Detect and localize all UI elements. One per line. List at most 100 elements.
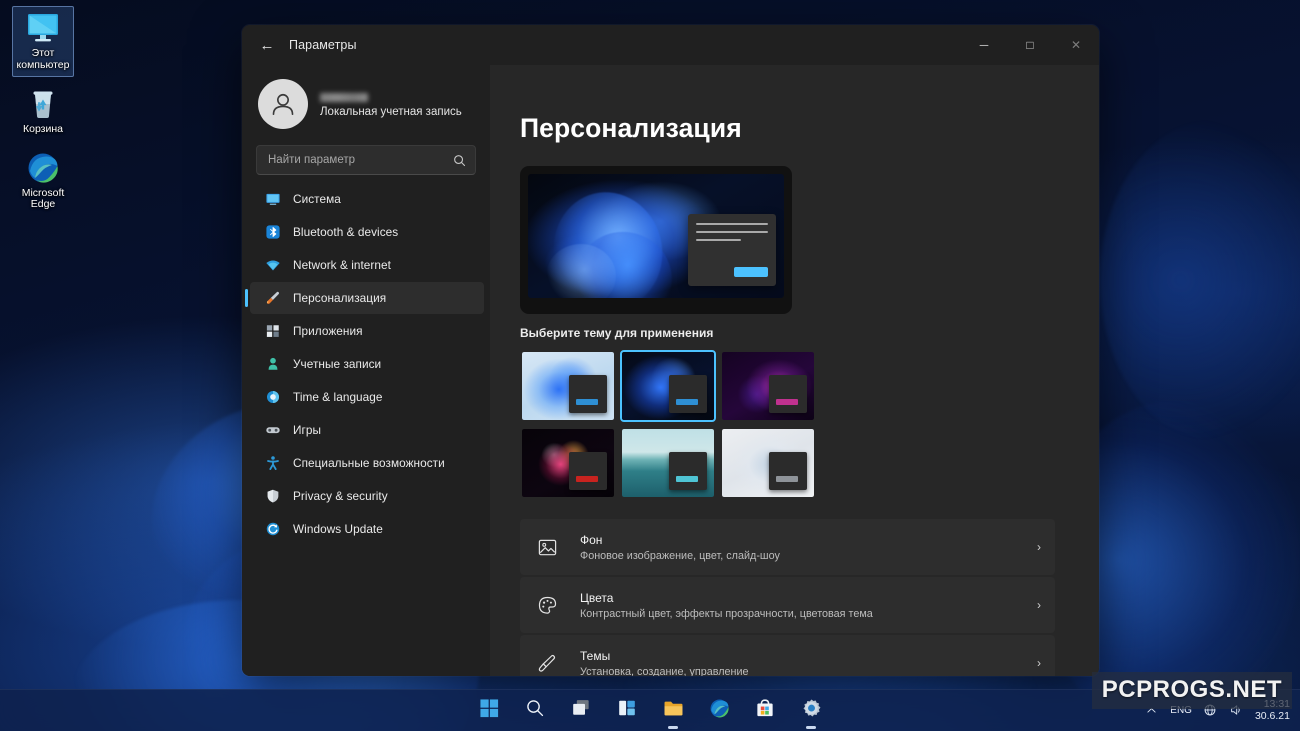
- maximize-button[interactable]: □: [1007, 25, 1053, 65]
- desktop-icon-microsoft-edge[interactable]: Microsoft Edge: [12, 147, 74, 216]
- chevron-right-icon[interactable]: ›: [1037, 540, 1041, 554]
- taskbar-settings-app[interactable]: [797, 696, 825, 726]
- site-watermark: PCPROGS.NET: [1091, 672, 1292, 709]
- avatar: [258, 79, 308, 129]
- settings-card-title: Темы: [580, 648, 611, 663]
- taskbar-microsoft-edge[interactable]: [705, 696, 733, 726]
- settings-card-background[interactable]: Фон Фоновое изображение, цвет, слайд-шоу…: [520, 519, 1055, 575]
- maximize-icon: □: [1026, 38, 1034, 52]
- theme-tile-windows-dark[interactable]: [620, 350, 716, 422]
- settings-card-title: Цвета: [580, 590, 614, 605]
- sidebar-item-privacy-security[interactable]: Privacy & security: [250, 480, 484, 512]
- search-icon: [525, 698, 545, 723]
- window-controls: ─ □ ✕: [961, 25, 1099, 65]
- window-title: Параметры: [289, 38, 357, 52]
- sidebar-item-label: Network & internet: [293, 258, 391, 272]
- store-icon: [755, 698, 775, 723]
- account-section[interactable]: Локальная учетная запись: [242, 65, 490, 145]
- theme-tile-flow[interactable]: [520, 427, 616, 499]
- preview-line: [696, 231, 768, 233]
- palette-icon: [536, 594, 558, 616]
- brush-icon: [536, 652, 558, 674]
- gaming-controller-icon: [264, 422, 281, 439]
- sidebar-item-label: Игры: [293, 423, 322, 437]
- person-avatar-icon: [272, 93, 294, 116]
- desktop-icon-label: Microsoft Edge: [21, 186, 65, 210]
- sidebar-item-bluetooth-devices[interactable]: Bluetooth & devices: [250, 216, 484, 248]
- minimize-button[interactable]: ─: [961, 25, 1007, 65]
- sidebar-item-label: Bluetooth & devices: [293, 225, 399, 239]
- taskbar-center-group: [475, 696, 825, 726]
- window-titlebar[interactable]: ← Параметры ─ □ ✕: [242, 25, 1099, 65]
- sidebar-item-accessibility[interactable]: Специальные возможности: [250, 447, 484, 479]
- sidebar: Локальная учетная запись Найти параметр …: [242, 65, 490, 676]
- accessibility-icon: [264, 455, 281, 472]
- sidebar-item-network-internet[interactable]: Network & internet: [250, 249, 484, 281]
- preview-line: [696, 223, 768, 225]
- sidebar-item-gaming[interactable]: Игры: [250, 414, 484, 446]
- theme-accent-swatch: [776, 476, 798, 482]
- theme-tile-windows-light[interactable]: [520, 350, 616, 422]
- settings-card-subtitle: Фоновое изображение, цвет, слайд-шоу: [580, 549, 780, 562]
- sidebar-item-personalization[interactable]: Персонализация: [245, 282, 484, 314]
- system-icon: [264, 191, 281, 208]
- widgets-icon: [617, 698, 637, 723]
- close-button[interactable]: ✕: [1053, 25, 1099, 65]
- chevron-right-icon[interactable]: ›: [1037, 656, 1041, 670]
- close-icon: ✕: [1070, 38, 1082, 52]
- taskbar-file-explorer[interactable]: [659, 696, 687, 726]
- task-view-icon: [571, 698, 591, 723]
- search-icon[interactable]: [453, 154, 466, 167]
- settings-card-text: Темы Установка, создание, управление: [580, 649, 749, 677]
- back-button[interactable]: ←: [251, 29, 283, 61]
- picture-icon: [536, 536, 558, 558]
- accounts-person-icon: [264, 356, 281, 373]
- recycle-bin-icon: [24, 87, 62, 121]
- sidebar-item-windows-update[interactable]: Windows Update: [250, 513, 484, 545]
- search-input[interactable]: [268, 154, 453, 166]
- theme-tile-glow[interactable]: [720, 350, 816, 422]
- shield-icon: [264, 488, 281, 505]
- sidebar-nav: Система Bluetooth & devices Network & in…: [242, 183, 490, 546]
- sidebar-item-label: Персонализация: [293, 291, 387, 305]
- windows-start-icon: [479, 698, 500, 724]
- theme-window-preview: [769, 375, 807, 413]
- settings-card-list: Фон Фоновое изображение, цвет, слайд-шоу…: [520, 519, 1055, 676]
- sidebar-item-label: Windows Update: [293, 522, 383, 536]
- settings-card-themes[interactable]: Темы Установка, создание, управление ›: [520, 635, 1055, 676]
- taskbar-start-button[interactable]: [475, 696, 503, 726]
- sidebar-item-label: Система: [293, 192, 341, 206]
- sidebar-item-apps[interactable]: Приложения: [250, 315, 484, 347]
- sidebar-item-time-language[interactable]: Time & language: [250, 381, 484, 413]
- edge-icon: [709, 698, 730, 724]
- taskbar-search-button[interactable]: [521, 696, 549, 726]
- folder-icon: [663, 698, 684, 724]
- window-body: Локальная учетная запись Найти параметр …: [242, 65, 1099, 676]
- settings-card-colors[interactable]: Цвета Контрастный цвет, эффекты прозрачн…: [520, 577, 1055, 633]
- sidebar-item-label: Специальные возможности: [293, 456, 445, 470]
- monitor-icon: [24, 11, 62, 45]
- account-name-redacted: [320, 92, 368, 102]
- sidebar-item-accounts[interactable]: Учетные записи: [250, 348, 484, 380]
- desktop-icon-recycle-bin[interactable]: Корзина: [12, 83, 74, 141]
- theme-window-preview: [569, 452, 607, 490]
- desktop-icon-this-pc[interactable]: Этот компьютер: [12, 6, 74, 77]
- taskbar-task-view-button[interactable]: [567, 696, 595, 726]
- search-box[interactable]: [256, 145, 476, 175]
- personalization-brush-icon: [264, 290, 281, 307]
- themes-caption: Выберите тему для применения: [520, 326, 714, 340]
- sidebar-item-system[interactable]: Система: [250, 183, 484, 215]
- page-title: Персонализация: [520, 113, 742, 143]
- sidebar-item-label: Time & language: [293, 390, 383, 404]
- chevron-right-icon[interactable]: ›: [1037, 598, 1041, 612]
- taskbar-widgets-button[interactable]: [613, 696, 641, 726]
- theme-accent-swatch: [576, 399, 598, 405]
- taskbar-microsoft-store[interactable]: [751, 696, 779, 726]
- sidebar-item-label: Учетные записи: [293, 357, 382, 371]
- theme-tile-sunrise[interactable]: [720, 427, 816, 499]
- theme-accent-swatch: [576, 476, 598, 482]
- network-wifi-icon: [264, 257, 281, 274]
- main-content: Персонализация Выберите тему для примене…: [490, 65, 1099, 676]
- theme-tile-captured-motion[interactable]: [620, 427, 716, 499]
- desktop-icon-label: Корзина: [23, 123, 63, 135]
